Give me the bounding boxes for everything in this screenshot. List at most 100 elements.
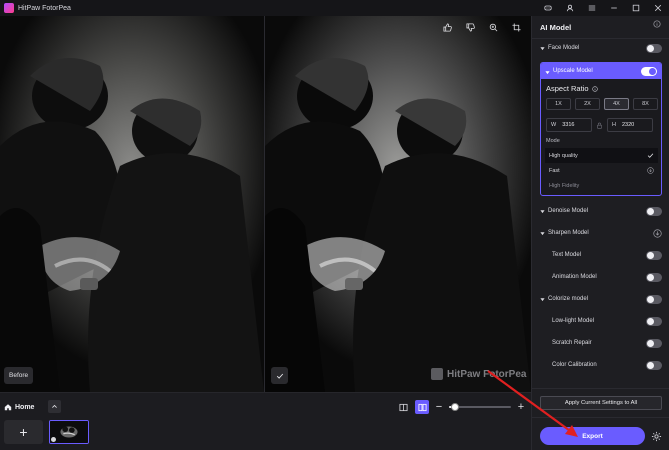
mode-option-fast[interactable]: Fast <box>545 163 658 178</box>
width-value: 3316 <box>562 122 575 128</box>
ratio-buttons: 1X 2X 4X 8X <box>546 98 658 110</box>
zoom-in-icon[interactable] <box>486 20 500 34</box>
split-view-button[interactable] <box>415 400 429 414</box>
collapse-button[interactable] <box>48 400 61 413</box>
sharpen-model-row[interactable]: Sharpen Model <box>540 226 662 240</box>
width-field[interactable]: W 3316 <box>546 118 592 132</box>
before-preview: Before <box>0 16 264 392</box>
animation-model-row[interactable]: Animation Model <box>540 270 662 284</box>
export-button[interactable]: Export <box>540 427 645 445</box>
zoom-in-button[interactable]: + <box>516 401 526 413</box>
maximize-icon[interactable] <box>625 0 647 16</box>
scratch-repair-toggle[interactable] <box>646 338 662 348</box>
download-icon[interactable] <box>647 167 654 174</box>
single-view-icon <box>398 403 408 411</box>
info-icon[interactable] <box>653 20 661 28</box>
lowlight-model-row[interactable]: Low-light Model <box>540 314 662 328</box>
user-icon[interactable] <box>559 0 581 16</box>
zoom-slider-thumb[interactable] <box>451 403 460 411</box>
animation-model-toggle[interactable] <box>646 272 662 282</box>
home-tab-label: Home <box>15 403 35 411</box>
add-image-button[interactable]: + <box>4 420 43 444</box>
caret-down-icon <box>540 231 548 236</box>
crop-icon[interactable] <box>509 20 523 34</box>
ratio-button-2x[interactable]: 2X <box>575 98 600 110</box>
view-toolbar: − + <box>396 400 526 414</box>
export-settings-button[interactable] <box>650 430 662 442</box>
color-calibration-row[interactable]: Color Calibration <box>540 358 662 372</box>
face-model-label: Face Model <box>548 45 580 51</box>
mode-option-label: High Fidelity <box>549 182 580 189</box>
download-icon[interactable] <box>652 228 662 238</box>
sidebar-separator <box>532 38 669 39</box>
caret-down-icon <box>540 297 548 302</box>
discord-icon[interactable] <box>537 0 559 16</box>
text-model-label: Text Model <box>552 252 582 258</box>
before-button[interactable]: Before <box>4 367 34 384</box>
chevron-up-icon <box>52 404 57 408</box>
after-photo <box>265 16 531 392</box>
sidebar-title: AI Model <box>540 22 572 32</box>
animation-model-label: Animation Model <box>552 274 597 280</box>
lock-icon[interactable] <box>596 116 603 134</box>
scratch-repair-row[interactable]: Scratch Repair <box>540 336 662 350</box>
info-icon[interactable] <box>591 85 598 92</box>
caret-down-icon <box>540 46 548 51</box>
height-key: H <box>612 122 616 128</box>
close-icon[interactable] <box>647 0 669 16</box>
face-model-row[interactable]: Face Model <box>540 41 662 55</box>
upscale-model-header[interactable]: Upscale Model <box>541 63 661 79</box>
colorize-model-row[interactable]: Colorize model <box>540 292 662 306</box>
thumbs-up-icon[interactable] <box>440 20 454 34</box>
bottom-bar: Home − + + <box>0 392 531 450</box>
confirm-button[interactable] <box>271 367 288 384</box>
text-model-row[interactable]: Text Model <box>540 248 662 262</box>
ratio-button-1x[interactable]: 1X <box>546 98 571 110</box>
aspect-ratio-heading: Aspect Ratio <box>546 84 598 93</box>
gear-icon <box>651 431 661 441</box>
title-bar-controls <box>537 0 669 16</box>
watermark-text: HitPaw FotorPea <box>447 368 527 380</box>
check-icon <box>276 373 283 379</box>
check-icon <box>647 153 654 158</box>
app-title: HitPaw FotorPea <box>18 4 71 12</box>
mode-option-label: Fast <box>549 167 560 174</box>
dimension-fields: W 3316 H 2320 <box>546 116 653 134</box>
mode-option-high-quality[interactable]: High quality <box>545 148 658 163</box>
mode-option-high-fidelity[interactable]: High Fidelity <box>545 178 658 193</box>
aspect-ratio-title: Aspect Ratio <box>546 84 589 93</box>
apply-to-all-button[interactable]: Apply Current Settings to All <box>540 396 662 410</box>
scratch-repair-label: Scratch Repair <box>552 340 592 346</box>
color-calibration-toggle[interactable] <box>646 360 662 370</box>
text-model-toggle[interactable] <box>646 250 662 260</box>
sidebar-header: AI Model <box>540 20 571 34</box>
zoom-out-button[interactable]: − <box>434 401 444 413</box>
minimize-icon[interactable] <box>603 0 625 16</box>
ratio-button-8x[interactable]: 8X <box>633 98 658 110</box>
upscale-model-panel: Upscale Model Aspect Ratio 1X 2X 4X 8X W 33… <box>540 62 662 196</box>
ratio-button-4x[interactable]: 4X <box>604 98 629 110</box>
upscale-model-label: Upscale Model <box>553 68 593 74</box>
sidebar-header-icons <box>653 20 661 28</box>
zoom-slider[interactable] <box>449 403 511 411</box>
colorize-model-toggle[interactable] <box>646 294 662 304</box>
denoise-model-toggle[interactable] <box>646 206 662 216</box>
before-photo <box>0 16 264 392</box>
colorize-model-label: Colorize model <box>548 296 589 302</box>
thumbs-down-icon[interactable] <box>463 20 477 34</box>
app-logo <box>4 3 14 13</box>
denoise-model-row[interactable]: Denoise Model <box>540 204 662 218</box>
upscale-model-toggle[interactable] <box>641 66 657 76</box>
app-window: HitPaw FotorPea Before HitPaw FotorPea H… <box>0 0 669 450</box>
sidebar-separator <box>532 388 669 389</box>
menu-icon[interactable] <box>581 0 603 16</box>
tab-home[interactable]: Home <box>4 399 34 415</box>
height-field[interactable]: H 2320 <box>607 118 653 132</box>
face-model-toggle[interactable] <box>646 43 662 53</box>
single-view-button[interactable] <box>396 400 410 414</box>
image-thumbnail[interactable] <box>49 420 89 444</box>
color-calibration-label: Color Calibration <box>552 362 597 368</box>
sharpen-model-label: Sharpen Model <box>548 230 589 236</box>
preview-toolbar <box>440 20 523 34</box>
lowlight-model-toggle[interactable] <box>646 316 662 326</box>
